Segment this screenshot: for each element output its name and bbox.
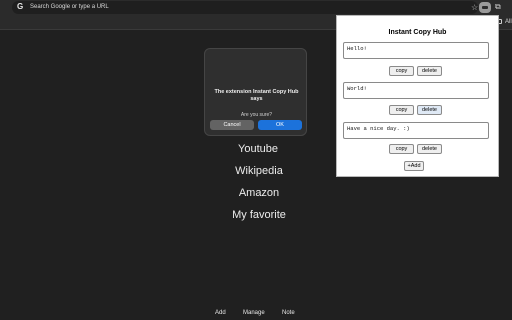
confirm-dialog: The extension Instant Copy Hub says Are … bbox=[204, 48, 307, 136]
cancel-button[interactable]: Cancel bbox=[210, 120, 254, 130]
omnibox[interactable]: G Search Google or type a URL ☆ bbox=[12, 1, 478, 14]
link-youtube[interactable]: Youtube bbox=[198, 143, 318, 155]
link-amazon[interactable]: Amazon bbox=[199, 187, 319, 199]
delete-button-1[interactable]: delete bbox=[417, 66, 442, 76]
copy-button-2[interactable]: copy bbox=[389, 105, 414, 115]
dialog-message: Are you sure? bbox=[240, 112, 273, 118]
note-textarea-2[interactable]: World! bbox=[343, 82, 489, 99]
extension-popup: Instant Copy Hub Hello! copy delete Worl… bbox=[336, 15, 499, 177]
popup-title: Instant Copy Hub bbox=[388, 29, 447, 36]
add-note-button[interactable]: +Add bbox=[404, 161, 424, 171]
add-link[interactable]: Add bbox=[215, 310, 226, 316]
note-link[interactable]: Note bbox=[282, 310, 295, 316]
puzzle-icon[interactable]: ⧉ bbox=[495, 1, 501, 12]
ok-button[interactable]: OK bbox=[258, 120, 302, 130]
delete-button-3[interactable]: delete bbox=[417, 144, 442, 154]
delete-button-2[interactable]: delete bbox=[417, 105, 442, 115]
google-logo-icon: G bbox=[17, 2, 24, 11]
browser-toolbar: G Search Google or type a URL ☆ ⧉ bbox=[0, 0, 512, 16]
link-wikipedia[interactable]: Wikipedia bbox=[199, 165, 319, 177]
bookmark-star-icon[interactable]: ☆ bbox=[471, 2, 478, 13]
link-my-favorite[interactable]: My favorite bbox=[199, 209, 319, 221]
instant-copy-hub-extension-icon[interactable] bbox=[479, 2, 491, 13]
copy-button-3[interactable]: copy bbox=[389, 144, 414, 154]
all-bookmarks-link[interactable]: All bbox=[505, 18, 512, 26]
manage-link[interactable]: Manage bbox=[243, 310, 265, 316]
note-textarea-1[interactable]: Hello! bbox=[343, 42, 489, 59]
note-textarea-3[interactable]: Have a nice day. :) bbox=[343, 122, 489, 139]
copy-button-1[interactable]: copy bbox=[389, 66, 414, 76]
omnibox-placeholder[interactable]: Search Google or type a URL bbox=[30, 2, 109, 13]
dialog-title: The extension Instant Copy Hub says bbox=[214, 89, 299, 102]
